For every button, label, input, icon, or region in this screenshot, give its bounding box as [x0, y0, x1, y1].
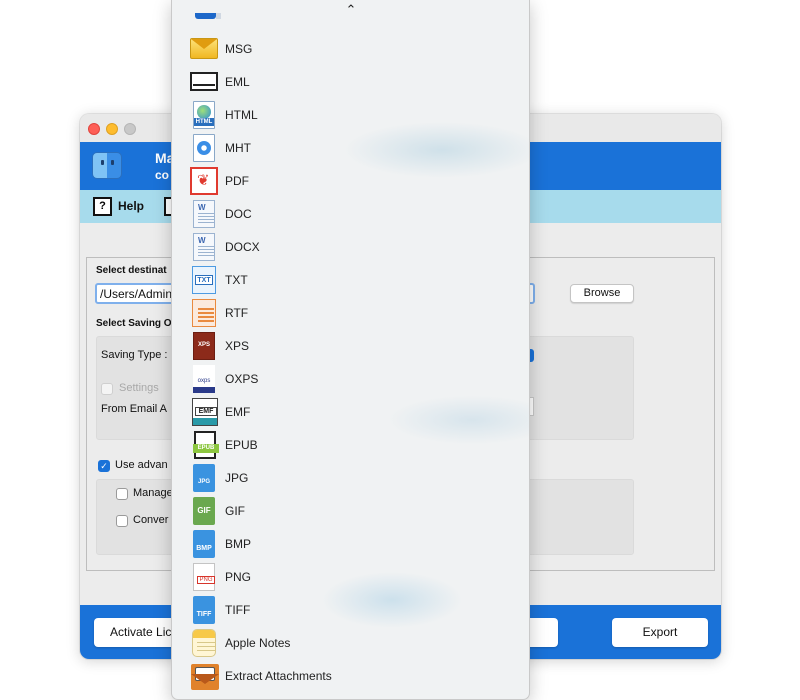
convert-checkbox[interactable]: [116, 515, 128, 527]
doc-file-icon: W: [193, 200, 215, 228]
docx-file-icon: W: [193, 233, 215, 261]
menu-item-label: MSG: [225, 42, 253, 56]
txt-file-icon: TXT: [192, 266, 216, 294]
export-button[interactable]: Export: [612, 618, 708, 647]
destination-label: Select destinat: [96, 265, 167, 276]
rtf-file-icon: [192, 299, 216, 327]
menu-item-label: RTF: [225, 306, 249, 320]
menu-item-html[interactable]: HTML HTML: [190, 99, 520, 131]
close-window-button[interactable]: [88, 123, 100, 135]
envelope-yellow-icon: [190, 38, 218, 59]
browse-button[interactable]: Browse: [570, 284, 634, 303]
apple-notes-icon: [192, 629, 216, 657]
menu-item-label: TIFF: [225, 603, 251, 617]
menu-item-label: HTML: [225, 108, 258, 122]
finder-logo-icon: [92, 152, 122, 179]
menu-item-label: OXPS: [225, 372, 259, 386]
menu-item-label: BMP: [225, 537, 252, 551]
mht-file-icon: [193, 134, 215, 162]
manage-checkbox[interactable]: [116, 488, 128, 500]
menu-item-apple-notes[interactable]: Apple Notes: [190, 627, 520, 659]
epub-file-icon: EPUB: [193, 431, 219, 459]
menu-item-label: PDF: [225, 174, 249, 188]
menu-item-tiff[interactable]: TIFF TIFF: [190, 594, 520, 626]
use-advanced-label: Use advan: [115, 459, 168, 471]
menu-item-label: EPUB: [225, 438, 258, 452]
menu-item-msg[interactable]: MSG: [190, 33, 520, 65]
menu-item-label: EMF: [225, 405, 251, 419]
menu-item-label: DOC: [225, 207, 252, 221]
menu-item-mht[interactable]: MHT: [190, 132, 520, 164]
bmp-file-icon: BMP: [193, 530, 215, 558]
gif-file-icon: GIF: [193, 497, 215, 525]
menu-item-extract-attachments[interactable]: Extract Attachments: [190, 660, 520, 692]
help-button[interactable]: Help: [118, 199, 144, 213]
partial-hidden-item-icon: [195, 13, 221, 19]
menu-item-doc[interactable]: W DOC: [190, 198, 520, 230]
convert-label: Conver: [133, 514, 169, 526]
menu-item-label: JPG: [225, 471, 249, 485]
scroll-up-arrow-icon[interactable]: ⌃: [344, 2, 358, 18]
menu-item-jpg[interactable]: JPG JPG: [190, 462, 520, 494]
saving-type-label: Saving Type :: [101, 349, 168, 361]
menu-item-label: EML: [225, 75, 250, 89]
menu-item-pdf[interactable]: PDF: [190, 165, 520, 197]
menu-item-label: Apple Notes: [225, 636, 291, 650]
menu-item-oxps[interactable]: oxps OXPS: [190, 363, 520, 395]
zoom-window-button[interactable]: [124, 123, 136, 135]
menu-item-label: PNG: [225, 570, 252, 584]
help-icon[interactable]: ?: [93, 197, 112, 216]
menu-item-label: Extract Attachments: [225, 669, 332, 683]
oxps-file-icon: oxps: [193, 365, 215, 393]
pdf-file-icon: [190, 167, 218, 195]
saving-type-dropdown[interactable]: ⌃ MSG EML HTML HTML MHT PDF W DOC W: [171, 0, 530, 700]
html-file-icon: HTML: [193, 101, 215, 129]
minimize-window-button[interactable]: [106, 123, 118, 135]
menu-item-bmp[interactable]: BMP BMP: [190, 528, 520, 560]
extract-attachments-icon: [191, 664, 219, 690]
xps-file-icon: XPS: [193, 332, 215, 360]
tiff-file-icon: TIFF: [193, 596, 215, 624]
settings-label: Settings: [119, 382, 159, 394]
from-email-label: From Email A: [101, 403, 168, 415]
saving-options-label: Select Saving O: [96, 318, 172, 329]
menu-item-docx[interactable]: W DOCX: [190, 231, 520, 263]
menu-item-xps[interactable]: XPS XPS: [190, 330, 520, 362]
menu-item-eml[interactable]: EML: [190, 66, 520, 98]
menu-item-rtf[interactable]: RTF: [190, 297, 520, 329]
menu-item-png[interactable]: PNG PNG: [190, 561, 520, 593]
app-subtitle: co: [155, 168, 170, 182]
envelope-outline-icon: [190, 72, 218, 91]
use-advanced-checkbox[interactable]: ✓: [98, 460, 110, 472]
png-file-icon: PNG: [193, 563, 215, 591]
menu-item-emf[interactable]: EMF EMF: [190, 396, 520, 428]
menu-item-label: GIF: [225, 504, 245, 518]
emf-file-icon: EMF: [192, 398, 218, 426]
menu-item-gif[interactable]: GIF GIF: [190, 495, 520, 527]
jpg-file-icon: JPG: [193, 464, 215, 492]
menu-item-label: TXT: [225, 273, 248, 287]
menu-item-txt[interactable]: TXT TXT: [190, 264, 520, 296]
menu-item-label: XPS: [225, 339, 250, 353]
settings-checkbox[interactable]: [101, 383, 113, 395]
menu-item-epub[interactable]: EPUB EPUB: [190, 429, 520, 461]
menu-item-label: MHT: [225, 141, 251, 155]
menu-item-label: DOCX: [225, 240, 260, 254]
manage-label: Manage: [133, 487, 173, 499]
